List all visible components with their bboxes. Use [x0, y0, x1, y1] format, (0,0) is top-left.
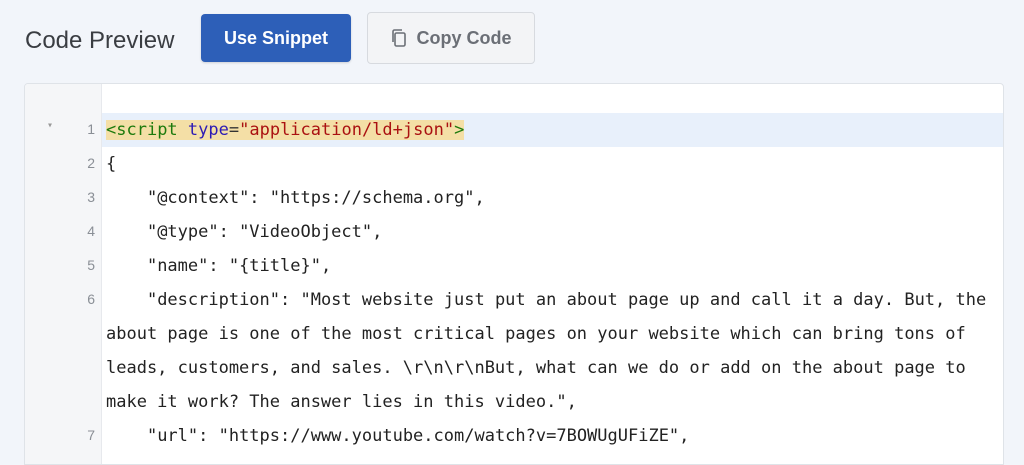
attr-name: type	[187, 120, 229, 140]
line-number: 5	[87, 257, 95, 273]
line-number: 1	[87, 121, 95, 137]
tag-name: script	[116, 120, 178, 140]
line-number: 4	[87, 223, 95, 239]
copy-icon	[392, 29, 407, 47]
code-line[interactable]: ▾ 1 <script type="application/ld+json">	[25, 113, 1003, 147]
copy-code-label: Copy Code	[416, 27, 512, 48]
tag-close-bracket: >	[454, 120, 465, 140]
line-number: 2	[87, 155, 95, 171]
page-title: Code Preview	[25, 27, 175, 54]
script-tag-highlight: <script type="application/ld+json">	[106, 120, 465, 140]
code-text: "@type": "VideoObject",	[106, 222, 383, 242]
code-line[interactable]: 5 "name": "{title}",	[25, 249, 1003, 283]
code-line[interactable]: 7 "url": "https://www.youtube.com/watch?…	[25, 419, 1003, 453]
code-line[interactable]: 4 "@type": "VideoObject",	[25, 215, 1003, 249]
code-text: "@context": "https://schema.org",	[106, 188, 485, 208]
attr-value: "application/ld+json"	[239, 120, 455, 140]
line-number: 3	[87, 189, 95, 205]
code-text: "name": "{title}",	[106, 256, 332, 276]
tag-space	[178, 120, 188, 140]
toolbar: Code Preview Use Snippet Copy Code	[0, 0, 1024, 76]
code-text: {	[106, 154, 117, 174]
code-line[interactable]: 3 "@context": "https://schema.org",	[25, 181, 1003, 215]
line-number: 6	[87, 291, 95, 307]
tag-open-bracket: <	[106, 120, 117, 140]
code-text: "url": "https://www.youtube.com/watch?v=…	[106, 426, 690, 446]
code-line[interactable]: 2 {	[25, 147, 1003, 181]
code-editor[interactable]: ▾ 1 <script type="application/ld+json"> …	[24, 83, 1004, 465]
code-text: "description": "Most website just put an…	[106, 290, 997, 412]
code-line[interactable]: 6 "description": "Most website just put …	[25, 283, 1003, 419]
line-number: 7	[87, 427, 95, 443]
code-text: <script type="application/ld+json">	[106, 113, 1003, 147]
code-lines: ▾ 1 <script type="application/ld+json"> …	[25, 113, 1003, 453]
use-snippet-button[interactable]: Use Snippet	[201, 14, 351, 62]
attr-equals: =	[228, 120, 240, 140]
copy-code-button[interactable]: Copy Code	[367, 12, 535, 64]
fold-arrow-icon[interactable]: ▾	[47, 120, 57, 131]
